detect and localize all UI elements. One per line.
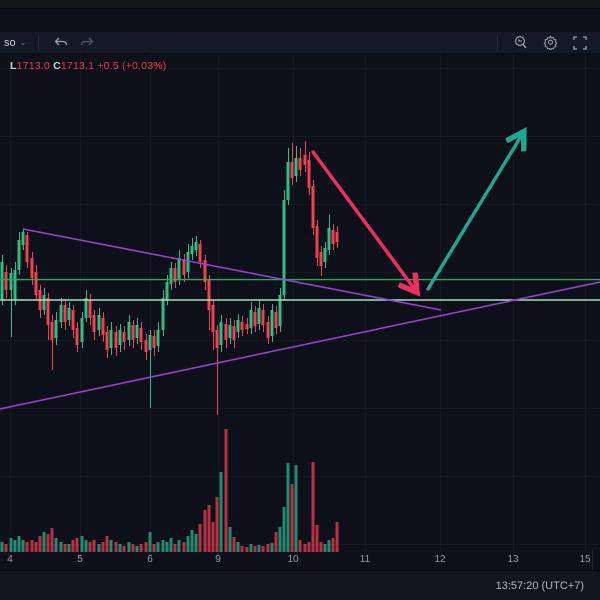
time-axis-label: 12 (434, 554, 446, 565)
legend-low-value: 1713.0 (16, 60, 50, 72)
symbol-selector-button[interactable]: so ⌄ (4, 37, 26, 49)
time-axis-label: 13 (507, 554, 519, 565)
clock-timezone-button[interactable]: 13:57:20 (UTC+7) (496, 580, 584, 592)
time-axis-label: 4 (7, 554, 13, 565)
status-bar: 13:57:20 (UTC+7) (0, 570, 600, 600)
ohlc-legend: L1713.0 C1713.1 +0.5 (+0.03%) (10, 60, 166, 72)
legend-close-label: C (53, 60, 61, 72)
fullscreen-icon[interactable] (570, 34, 590, 52)
trading-app-window: so ⌄ L1713.0 C1713.1 +0.5 (+0.03%) 4 5 6… (0, 0, 600, 600)
toolbar-left-group: so ⌄ (0, 34, 97, 52)
time-axis-label: 10 (287, 554, 299, 565)
window-title-bar (0, 9, 600, 32)
symbol-label: so (4, 36, 16, 49)
toolbar-separator (38, 35, 40, 50)
chevron-down-icon: ⌄ (19, 38, 27, 47)
toolbar-separator (497, 35, 498, 50)
toolbar-right-group (495, 34, 600, 52)
time-axis-label: 15 (579, 554, 591, 565)
window-top-strip (0, 0, 600, 9)
price-chart-canvas[interactable] (0, 54, 600, 570)
legend-change-value: +0.5 (+0.03%) (97, 60, 167, 72)
undo-icon[interactable] (51, 34, 71, 52)
legend-low-label: L (10, 60, 17, 72)
legend-close-value: 1713.1 (60, 60, 95, 72)
chart-toolbar: so ⌄ (0, 32, 600, 54)
time-axis-label: 9 (215, 554, 221, 565)
chart-pane[interactable]: L1713.0 C1713.1 +0.5 (+0.03%) 4 5 6 9 10 11 12… (0, 54, 600, 570)
time-axis-label: 11 (359, 554, 371, 565)
time-axis[interactable]: 4 5 6 9 10 11 12 13 15 (0, 552, 600, 570)
settings-gear-icon[interactable] (540, 34, 560, 52)
zoom-reset-icon[interactable] (510, 34, 530, 52)
time-axis-label: 5 (77, 554, 83, 565)
time-axis-label: 6 (147, 554, 153, 565)
redo-icon[interactable] (77, 34, 97, 52)
